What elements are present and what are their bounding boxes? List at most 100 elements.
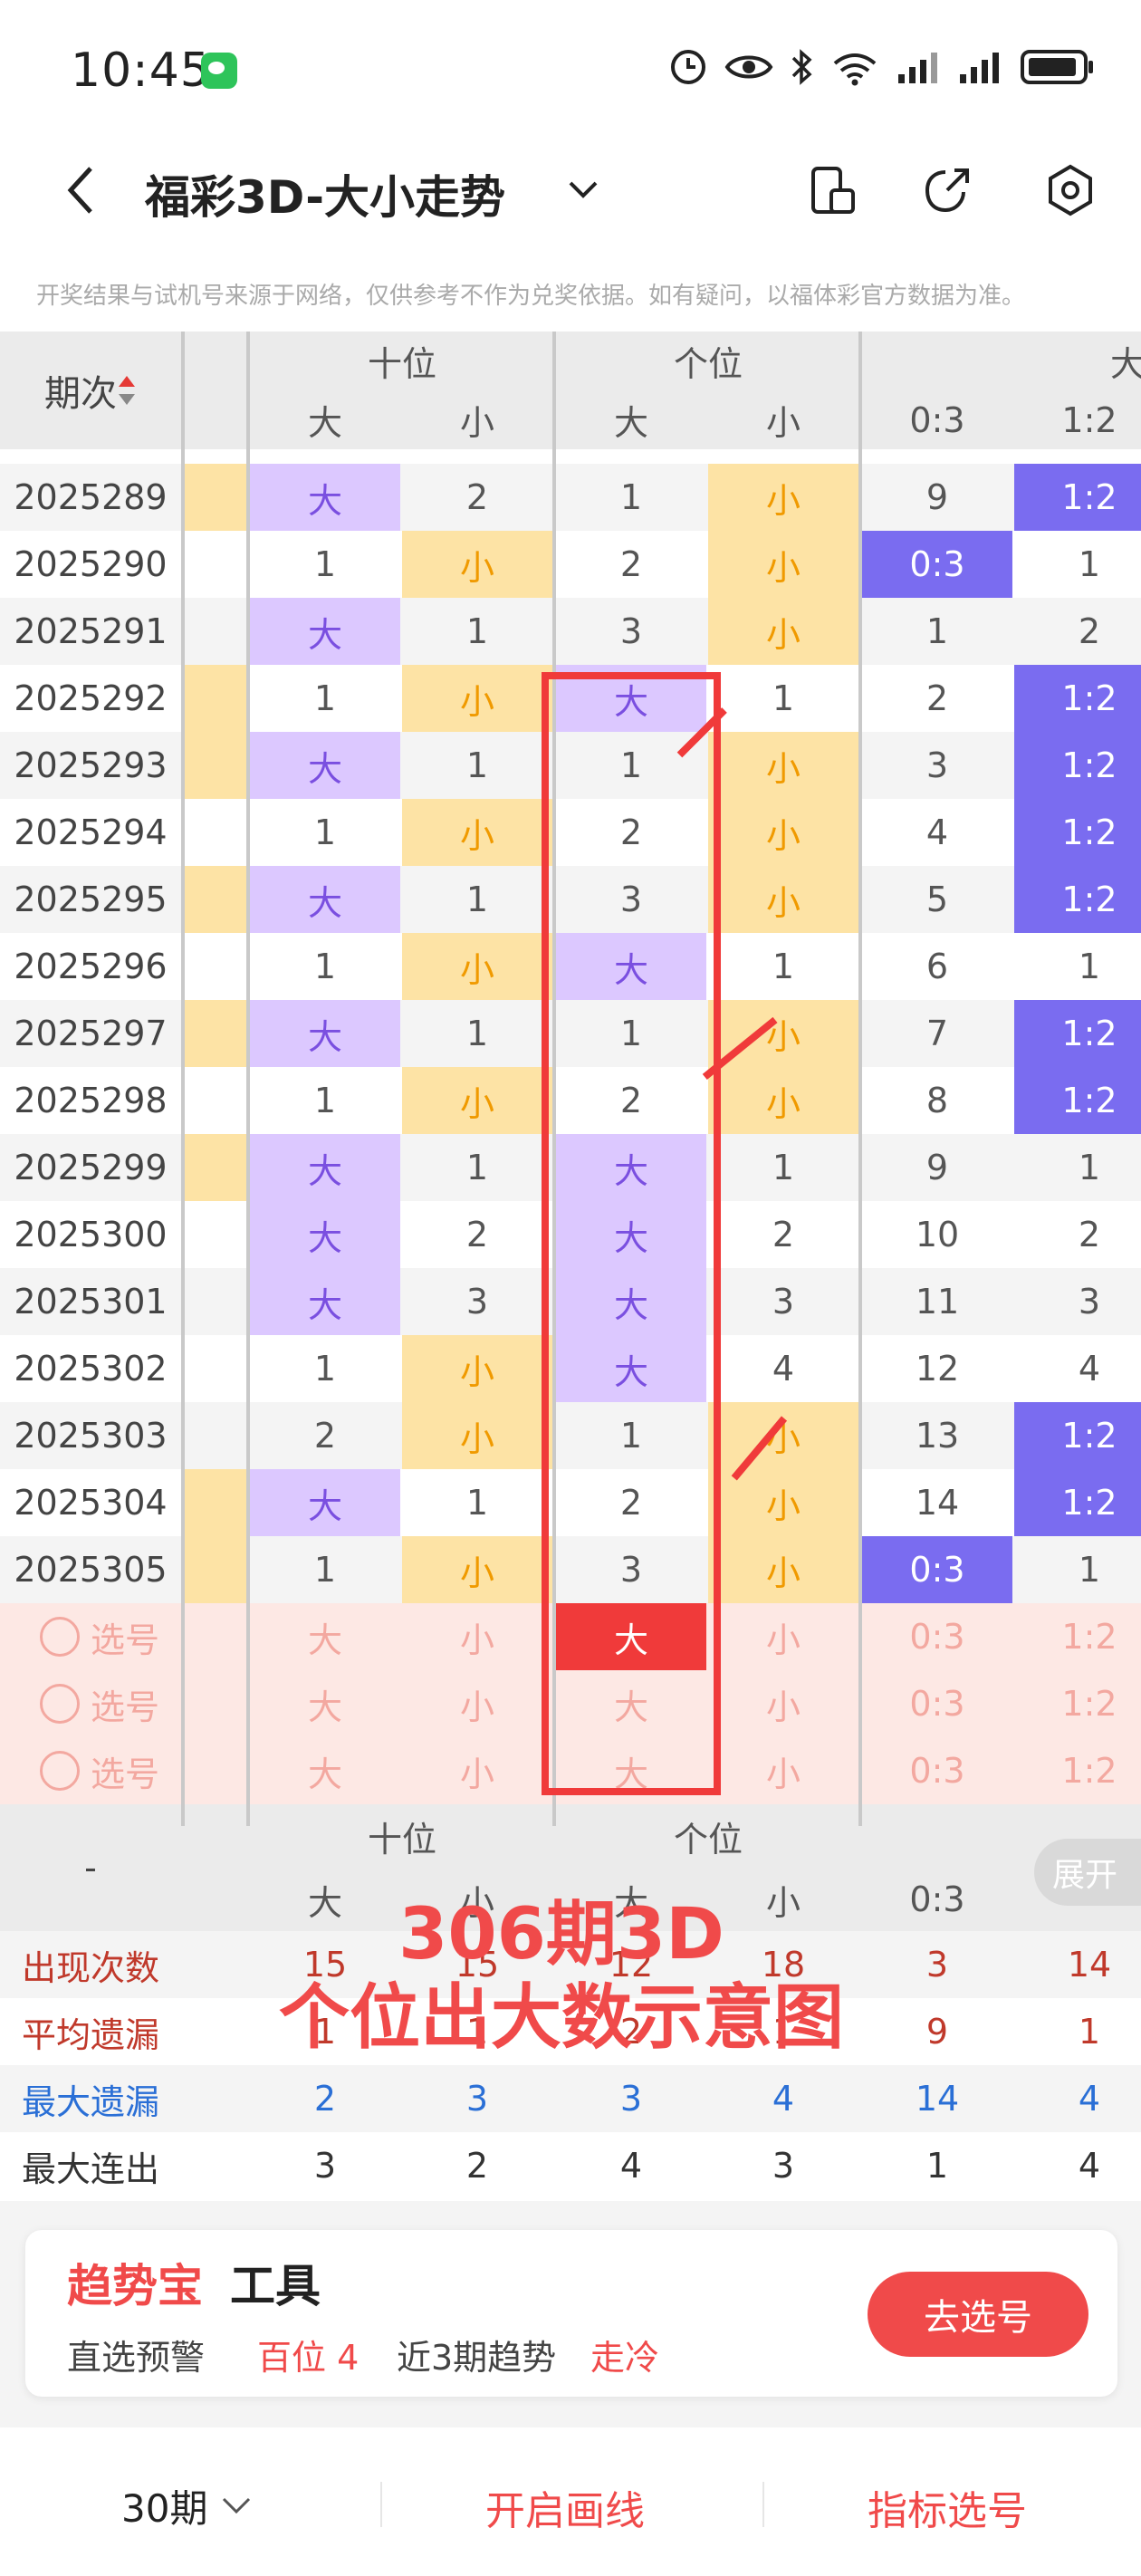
stats-group-shi: 十位 (367, 1819, 436, 1860)
status-bar: 10:45 (0, 0, 1141, 136)
divider (762, 2482, 764, 2527)
data-cell: 2 (465, 477, 489, 517)
tool-card[interactable]: 趋势宝 工具 直选预警 百位 4 近3期趋势 走冷 去选号 (25, 2230, 1117, 2397)
tool-value-1: 百位 4 (257, 2338, 360, 2378)
data-cell: 2 (619, 544, 643, 584)
data-cell: 小 (708, 1067, 858, 1134)
edge-cell (185, 732, 246, 799)
data-cell: 14 (915, 1483, 960, 1523)
group-ge-header: 个位 (673, 344, 743, 384)
battery-icon (1021, 50, 1093, 84)
bottom-bar: 30期 开启画线 指标选号 (0, 2437, 1141, 2576)
draw-line-button[interactable]: 开启画线 (485, 2478, 645, 2536)
pick-row-label[interactable]: 选号 (18, 1737, 181, 1804)
stats-value: 1 (925, 2146, 949, 2186)
indicator-button[interactable]: 指标选号 (868, 2478, 1027, 2536)
data-cell: 1:2 (1014, 1067, 1141, 1134)
pick-option[interactable]: 大 (250, 1670, 400, 1737)
pick-option[interactable]: 1:2 (1014, 1737, 1141, 1804)
stats-value: 3 (465, 2079, 489, 2119)
pick-row-label[interactable]: 选号 (18, 1603, 181, 1670)
pick-label: 选号 (90, 1620, 159, 1660)
expand-button[interactable]: 展开 (1034, 1839, 1141, 1906)
tool-value-2: 走冷 (590, 2338, 660, 2378)
pick-option[interactable]: 大 (250, 1603, 400, 1670)
pick-option[interactable]: 0:3 (862, 1670, 1012, 1737)
sub-header-ratio-12: 1:2 (1061, 399, 1117, 440)
stats-value: 4 (619, 2146, 643, 2186)
stats-label: 最大连出 (21, 2148, 159, 2189)
phone-landscape-icon[interactable] (804, 163, 858, 217)
data-cell: 大 (250, 598, 400, 665)
data-cell: 1 (619, 477, 643, 517)
data-cell: 小 (708, 1402, 858, 1469)
data-cell: 10 (915, 1215, 960, 1254)
tool-title: 工具 (230, 2260, 321, 2312)
radio-icon[interactable] (39, 1617, 80, 1657)
data-cell: 1:2 (1014, 799, 1141, 866)
annotation-line-1: 306期3D (398, 1894, 724, 1975)
app-screen: { "status": {"time": "10:45"}, "nav": {"… (0, 0, 1141, 2576)
data-cell: 7 (925, 1014, 949, 1053)
stats-value: 1 (1078, 2012, 1101, 2052)
pick-option[interactable]: 0:3 (862, 1603, 1012, 1670)
data-cell: 1 (313, 1349, 337, 1389)
edge-cell (185, 464, 246, 531)
page-title[interactable]: 福彩3D-大小走势 (145, 161, 505, 226)
pick-option[interactable]: 1:2 (1014, 1670, 1141, 1737)
data-cell: 1 (465, 1014, 489, 1053)
share-icon[interactable] (920, 163, 974, 217)
data-cell: 1 (772, 678, 795, 718)
period-cell: 2025297 (14, 1014, 168, 1053)
data-cell: 1 (465, 1148, 489, 1187)
go-select-button[interactable]: 去选号 (868, 2272, 1088, 2357)
period-cell: 2025293 (14, 745, 168, 785)
data-cell: 1 (313, 947, 337, 986)
period-selector[interactable]: 30期 (121, 2478, 253, 2533)
period-cell: 2025289 (14, 477, 168, 517)
data-cell: 1:2 (1014, 464, 1141, 531)
bluetooth-icon (791, 49, 812, 85)
stats-value: 3 (313, 2146, 337, 2186)
pick-option[interactable]: 1:2 (1014, 1603, 1141, 1670)
back-button[interactable] (54, 163, 109, 217)
radio-icon[interactable] (39, 1684, 80, 1724)
data-cell: 2 (1078, 611, 1101, 651)
sub-header-small: 小 (459, 403, 494, 443)
data-cell: 1 (465, 745, 489, 785)
pick-option[interactable]: 小 (708, 1737, 858, 1804)
data-cell: 小 (708, 1536, 858, 1603)
pick-option[interactable]: 小 (402, 1670, 552, 1737)
pick-option[interactable]: 大 (250, 1737, 400, 1804)
period-header[interactable]: 期次 (0, 332, 181, 449)
settings-icon[interactable] (1043, 163, 1098, 217)
data-cell: 小 (708, 799, 858, 866)
pick-option[interactable]: 小 (402, 1737, 552, 1804)
data-cell: 小 (708, 866, 858, 933)
period-cell: 2025304 (14, 1483, 168, 1523)
data-cell: 2 (925, 678, 949, 718)
data-cell: 8 (925, 1081, 949, 1120)
sub-header-big: 大 (307, 403, 342, 443)
sub-header-small: 小 (765, 403, 801, 443)
stats-value: 14 (915, 2079, 960, 2119)
data-cell: 1:2 (1014, 1402, 1141, 1469)
clock: 10:45 (71, 43, 211, 98)
pick-option[interactable]: 小 (708, 1603, 858, 1670)
tool-brand: 趋势宝 (67, 2260, 203, 2312)
radio-icon[interactable] (39, 1751, 80, 1791)
pick-option[interactable]: 小 (708, 1670, 858, 1737)
pick-row-label[interactable]: 选号 (18, 1670, 181, 1737)
data-cell: 2 (465, 1215, 489, 1254)
data-cell: 1:2 (1014, 732, 1141, 799)
stats-group-ge: 个位 (673, 1819, 743, 1860)
sub-header-big: 大 (613, 403, 648, 443)
data-cell: 小 (402, 531, 552, 598)
pick-option[interactable]: 小 (402, 1603, 552, 1670)
stats-value: 14 (1067, 1945, 1112, 1985)
pick-option[interactable]: 0:3 (862, 1737, 1012, 1804)
chevron-down-icon[interactable] (567, 178, 599, 201)
column-divider (181, 332, 185, 1826)
group-ratio-header: 大 (1110, 344, 1141, 384)
data-cell: 1 (313, 1550, 337, 1590)
